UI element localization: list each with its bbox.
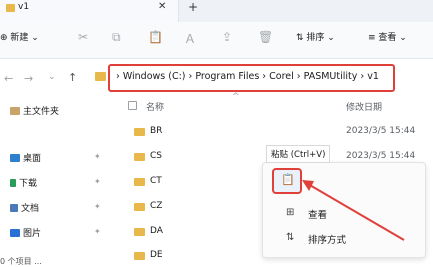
- annotation-arrow: [302, 180, 405, 241]
- status-bar: 0 个项目 ...: [0, 257, 42, 266]
